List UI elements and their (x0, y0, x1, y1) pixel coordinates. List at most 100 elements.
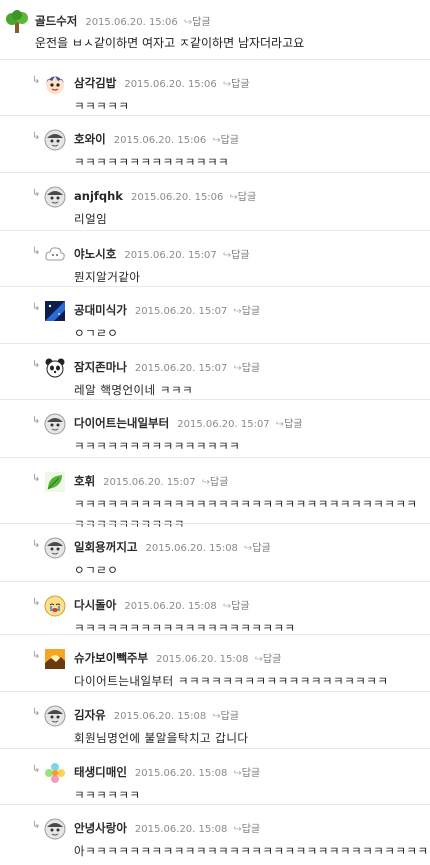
timestamp: 2015.06.20. 15:06 (113, 135, 207, 146)
default-face-icon (44, 818, 66, 840)
reply-link[interactable]: ↪답글 (233, 306, 260, 317)
default-face-icon (44, 186, 66, 208)
reply-link[interactable]: ↪답글 (212, 711, 239, 722)
username[interactable]: 야노시호 (74, 247, 116, 261)
comment-item: 골드수저 2015.06.20. 15:06 ↪답글 운전을 ㅂㅅ같이하면 여자고 … (0, 0, 430, 59)
reply-indicator-icon: ↳ (32, 539, 41, 550)
username[interactable]: 다시돌아 (74, 598, 116, 612)
reply-arrow-icon: ↪ (254, 654, 263, 665)
reply-arrow-icon: ↪ (233, 768, 242, 779)
reply-item: ↳ 일회용꺼지고 2015.06.20. 15:08 ↪답글 ㅇㄱㄹㅇ (0, 523, 430, 581)
reply-link[interactable]: ↪답글 (229, 192, 256, 203)
timestamp: 2015.06.20. 15:07 (134, 363, 228, 374)
comment-text: 리얼임 (74, 212, 108, 226)
reply-indicator-icon: ↳ (32, 473, 41, 484)
username[interactable]: 슈가보이빽주부 (74, 651, 148, 665)
comment-text: ㅇㄱㄹㅇ (74, 326, 119, 340)
username[interactable]: 공대미식가 (74, 303, 127, 317)
reply-link[interactable]: ↪답글 (233, 824, 260, 835)
reply-item: ↳ 삼각김밥 2015.06.20. 15:06 ↪답글 ㅋㅋㅋㅋㅋ (0, 59, 430, 115)
reply-item: ↳ 잠지존마나 2015.06.20. 15:07 ↪답글 레알 핵명언이네 ㅋㅋㅋ (0, 343, 430, 399)
crying-face-icon (44, 595, 66, 617)
username[interactable]: 다이어트는내일부터 (74, 416, 169, 430)
reply-link[interactable]: ↪답글 (202, 477, 229, 488)
comment-header: 태생디매인 2015.06.20. 15:08 ↪답글 (74, 761, 260, 783)
reply-item: ↳ 슈가보이빽주부 2015.06.20. 15:08 ↪답글 다이어트는내일부터 … (0, 634, 430, 691)
default-face-icon (44, 537, 66, 559)
space-icon (44, 300, 66, 322)
timestamp: 2015.06.20. 15:08 (156, 654, 249, 665)
comment-header: 슈가보이빽주부 2015.06.20. 15:08 ↪답글 (74, 647, 281, 669)
default-face-icon (44, 705, 66, 727)
reply-arrow-icon: ↪ (222, 250, 232, 261)
reply-link[interactable]: ↪답글 (233, 768, 260, 779)
username[interactable]: 잠지존마나 (74, 360, 127, 374)
reply-link[interactable]: ↪답글 (223, 601, 250, 612)
timestamp: 2015.06.20. 15:07 (177, 419, 270, 430)
reply-link[interactable]: ↪답글 (212, 135, 239, 146)
anime-face-icon (44, 73, 66, 95)
reply-link[interactable]: ↪답글 (244, 543, 271, 554)
reply-indicator-icon: ↳ (32, 597, 41, 608)
leaf-icon (44, 471, 66, 493)
timestamp: 2015.06.20. 15:06 (85, 17, 178, 28)
reply-arrow-icon: ↪ (183, 17, 193, 28)
reply-arrow-icon: ↪ (222, 79, 232, 90)
reply-item: ↳ 김자유 2015.06.20. 15:08 ↪답글 회원님명언에 불알을탁치고 … (0, 691, 430, 748)
comment-text: 레알 핵명언이네 ㅋㅋㅋ (74, 383, 194, 397)
comment-header: 호와이 2015.06.20. 15:06 ↪답글 (74, 128, 239, 150)
comment-header: anjfqhk 2015.06.20. 15:06 ↪답글 (74, 185, 256, 207)
username[interactable]: 일회용꺼지고 (74, 540, 137, 554)
comment-text: 운전을 ㅂㅅ같이하면 여자고 ㅈ같이하면 남자더라고요 (35, 36, 305, 50)
comment-header: 다이어트는내일부터 2015.06.20. 15:07 ↪답글 (74, 412, 302, 434)
timestamp: 2015.06.20. 15:07 (134, 306, 228, 317)
reply-indicator-icon: ↳ (32, 415, 41, 426)
reply-indicator-icon: ↳ (32, 302, 41, 313)
username[interactable]: 호와이 (74, 132, 106, 146)
reply-link[interactable]: ↪답글 (255, 654, 282, 665)
comment-list: 골드수저 2015.06.20. 15:06 ↪답글 운전을 ㅂㅅ같이하면 여자고 … (0, 0, 430, 861)
comment-text: 아ㅋㅋㅋㅋㅋㅋㅋㅋㅋㅋㅋㅋㅋㅋㅋㅋㅋㅋㅋㅋㅋㅋㅋㅋㅋㅋㅋㅋㅋㅋㅋㅋ (74, 844, 430, 858)
reply-arrow-icon: ↪ (275, 419, 285, 430)
reply-arrow-icon: ↪ (212, 135, 221, 146)
panda-icon (44, 357, 66, 379)
username[interactable]: anjfqhk (74, 189, 123, 203)
reply-arrow-icon: ↪ (233, 824, 242, 835)
cloud-icon (44, 244, 66, 266)
reply-item: ↳ anjfqhk 2015.06.20. 15:06 ↪답글 리얼임 (0, 172, 430, 230)
reply-arrow-icon: ↪ (201, 477, 210, 488)
reply-item: ↳ 다이어트는내일부터 2015.06.20. 15:07 ↪답글 ㅋㅋㅋㅋㅋㅋㅋㅋ… (0, 399, 430, 457)
timestamp: 2015.06.20. 15:06 (124, 79, 217, 90)
comment-text: ㅇㄱㄹㅇ (74, 563, 119, 577)
reply-link[interactable]: ↪답글 (276, 419, 303, 430)
tree-icon (5, 10, 29, 34)
reply-arrow-icon: ↪ (212, 711, 221, 722)
timestamp: 2015.06.20. 15:08 (113, 711, 207, 722)
default-face-icon (44, 129, 66, 151)
comment-text: ㅋㅋㅋㅋㅋㅋㅋㅋㅋㅋㅋㅋㅋㅋㅋ (74, 439, 241, 453)
comment-header: 공대미식가 2015.06.20. 15:07 ↪답글 (74, 299, 260, 321)
reply-item: ↳ 태생디매인 2015.06.20. 15:08 ↪답글 ㅋㅋㅋㅋㅋㅋ (0, 748, 430, 804)
reply-link[interactable]: ↪답글 (233, 363, 260, 374)
reply-link[interactable]: ↪답글 (223, 79, 250, 90)
reply-indicator-icon: ↳ (32, 650, 41, 661)
timestamp: 2015.06.20. 15:08 (145, 543, 238, 554)
username[interactable]: 호휘 (74, 474, 95, 488)
reply-arrow-icon: ↪ (233, 363, 242, 374)
comment-header: 다시돌아 2015.06.20. 15:08 ↪답글 (74, 594, 250, 616)
reply-item: ↳ 호와이 2015.06.20. 15:06 ↪답글 ㅋㅋㅋㅋㅋㅋㅋㅋㅋㅋㅋㅋㅋㅋ (0, 115, 430, 172)
comment-text: 회원님명언에 불알을탁치고 갑니다 (74, 731, 249, 745)
comment-text: ㅋㅋㅋㅋㅋㅋ (74, 788, 141, 802)
reply-link[interactable]: ↪답글 (223, 250, 250, 261)
username[interactable]: 태생디매인 (74, 765, 127, 779)
comment-text: 뭔지알거같아 (74, 270, 141, 284)
username[interactable]: 골드수저 (35, 14, 77, 28)
username[interactable]: 김자유 (74, 708, 106, 722)
username[interactable]: 안녕사랑아 (74, 821, 127, 835)
username[interactable]: 삼각김밥 (74, 76, 116, 90)
comment-header: 삼각김밥 2015.06.20. 15:06 ↪답글 (74, 72, 250, 94)
timestamp: 2015.06.20. 15:08 (134, 824, 228, 835)
reply-link[interactable]: ↪답글 (184, 17, 211, 28)
timestamp: 2015.06.20. 15:07 (103, 477, 196, 488)
timestamp: 2015.06.20. 15:07 (124, 250, 217, 261)
